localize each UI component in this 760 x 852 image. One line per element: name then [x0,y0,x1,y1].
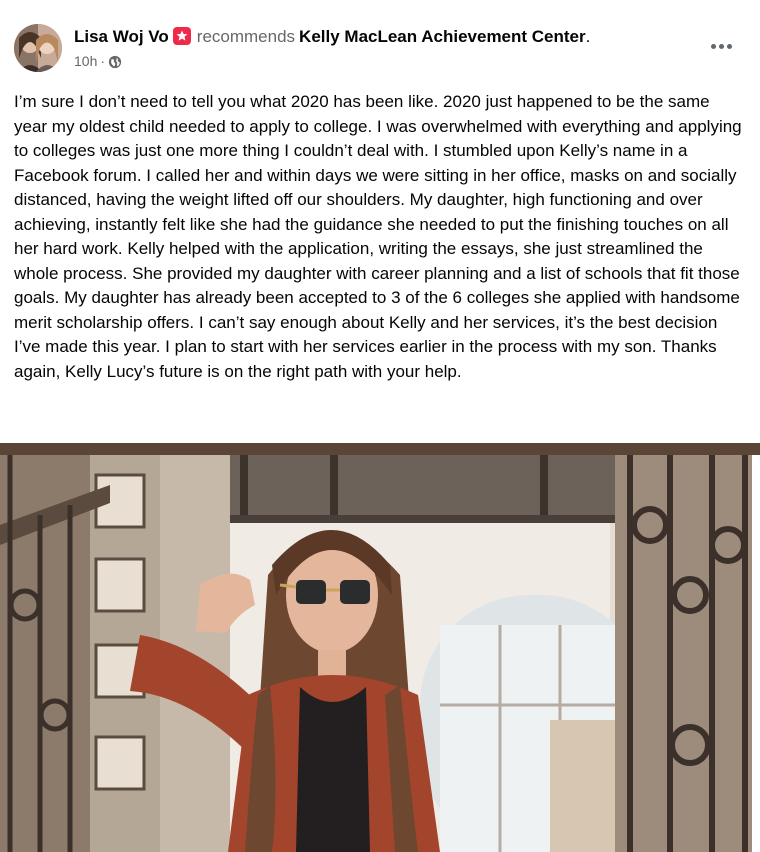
photo-top-band [0,443,760,455]
recommends-verb: recommends [196,27,296,46]
author-name[interactable]: Lisa Woj Vo [74,27,169,46]
page-name-suffix: . [585,27,591,46]
facebook-post: Lisa Woj Vo recommends Kelly MacLean Achie… [0,0,760,852]
globe-icon[interactable] [108,55,122,73]
post-header: Lisa Woj Vo recommends Kelly MacLean Achie… [14,20,746,76]
recommended-page-name[interactable]: Kelly MacLean Achievement Center [299,27,586,46]
meta-separator: · [100,53,106,69]
author-avatar[interactable] [14,24,62,72]
post-body-text: I’m sure I don’t need to tell you what 2… [14,92,742,381]
post-meta: 10h · [74,52,122,73]
post-timestamp[interactable]: 10h [74,53,97,69]
more-horizontal-icon[interactable] [706,34,736,58]
recommend-badge-icon [172,27,191,45]
post-photo[interactable] [0,455,752,852]
post-title-line: Lisa Woj Vo recommends Kelly MacLean Achie… [74,26,590,48]
